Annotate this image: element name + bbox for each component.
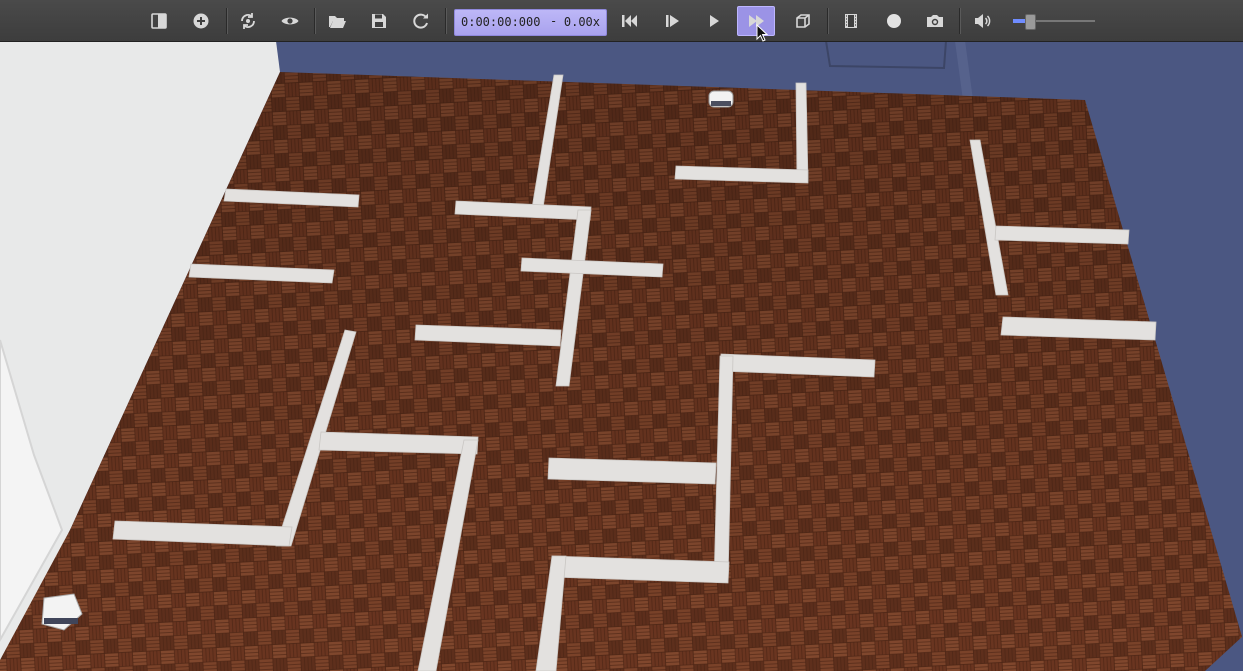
- reload-world-button[interactable]: [406, 6, 436, 36]
- open-world-button[interactable]: [322, 6, 352, 36]
- cube-icon: [796, 14, 810, 28]
- circle-record-icon: [887, 14, 901, 28]
- eye-icon: [281, 17, 299, 25]
- toggle-scene-tree-button[interactable]: [144, 6, 174, 36]
- step-button[interactable]: [657, 6, 687, 36]
- folder-open-icon: [329, 16, 346, 28]
- render-toggle-button[interactable]: [788, 6, 818, 36]
- step-icon: [666, 15, 679, 27]
- play-icon: [710, 15, 719, 27]
- plus-circle-icon: [193, 13, 209, 29]
- record-movie-button[interactable]: [836, 6, 866, 36]
- volume-knob[interactable]: [1025, 14, 1037, 30]
- floppy-disk-icon: [372, 14, 386, 28]
- run-realtime-button[interactable]: [699, 6, 729, 36]
- camera-icon: [927, 15, 943, 27]
- sound-button[interactable]: [967, 6, 997, 36]
- speed-factor: 0.00x: [563, 15, 600, 29]
- speaker-icon: [975, 14, 991, 28]
- rotate-view-icon: [241, 13, 255, 29]
- view-options-button[interactable]: [275, 6, 305, 36]
- time-separator: -: [550, 14, 558, 28]
- reset-simulation-button[interactable]: [614, 6, 644, 36]
- mouse-cursor: [756, 24, 769, 42]
- 3d-viewport[interactable]: [0, 41, 1243, 671]
- scene-tree-toggle-icon: [151, 13, 167, 29]
- simulator-window: 0:00:00:000 - 0.00x: [0, 0, 1243, 671]
- add-node-button[interactable]: [186, 6, 216, 36]
- film-strip-icon: [845, 14, 857, 28]
- robot-top: [708, 90, 734, 108]
- simulation-time-display: 0:00:00:000 - 0.00x: [454, 9, 607, 36]
- take-screenshot-button[interactable]: [920, 6, 950, 36]
- toolbar: 0:00:00:000 - 0.00x: [0, 0, 1243, 42]
- reset-view-button[interactable]: [233, 6, 263, 36]
- skip-back-icon: [622, 15, 637, 27]
- save-world-button[interactable]: [364, 6, 394, 36]
- simulation-time: 0:00:00:000: [461, 15, 541, 29]
- reload-icon: [413, 13, 428, 29]
- record-animation-button[interactable]: [879, 6, 909, 36]
- volume-slider[interactable]: [1013, 14, 1095, 30]
